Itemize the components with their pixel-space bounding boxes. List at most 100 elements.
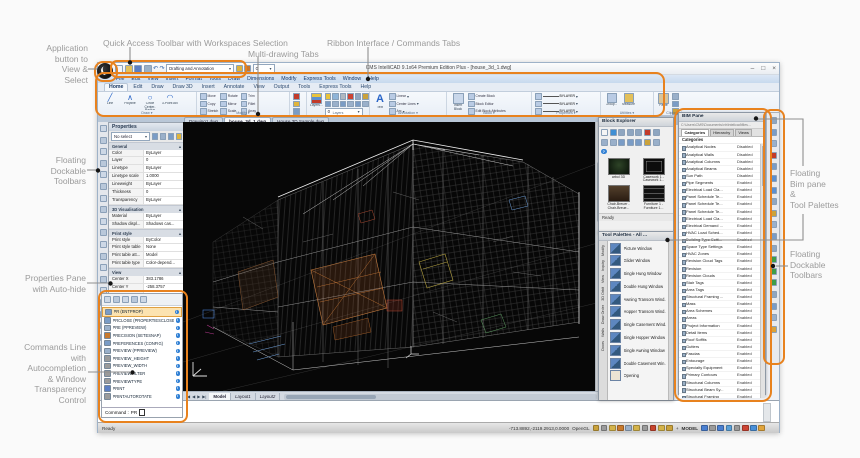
menu-item[interactable]: Format [185, 76, 201, 82]
toolbar-icon[interactable] [99, 194, 107, 202]
layers-big-button[interactable]: Layers... [310, 93, 323, 108]
status-toggle-icon[interactable] [625, 424, 632, 432]
palette-tool[interactable]: Picture Window [610, 242, 666, 254]
autocomplete-item[interactable]: PREVIEWTYPE i [102, 377, 182, 385]
ribbon-tab[interactable]: Express Tools [315, 84, 355, 91]
toolbar-icon[interactable] [99, 171, 107, 179]
status-toggle-icon[interactable] [725, 424, 733, 432]
clipboard-tool-icon[interactable] [672, 93, 679, 100]
ribbon-tab[interactable]: Home [104, 83, 129, 91]
selection-filter-select[interactable]: No select ▾ [111, 132, 150, 141]
group-label-layers[interactable]: Layers [307, 111, 369, 115]
bim-category-row[interactable]: Panel Schedule Te... Enabled [679, 209, 761, 216]
palette-tab[interactable]: Doors [600, 341, 607, 351]
toolbar-icon[interactable] [769, 244, 777, 252]
section-header[interactable]: Print style ▴ [109, 228, 184, 237]
status-toggle-icon[interactable] [641, 424, 649, 432]
toolbar-icon[interactable] [769, 221, 777, 229]
block-thumbnail[interactable]: arbol 3D [602, 157, 635, 184]
ribbon-tab[interactable]: Annotate [220, 84, 249, 91]
palette-scrollbar[interactable] [668, 241, 673, 400]
toolbar-icon[interactable] [99, 206, 107, 214]
toolbar-icon[interactable] [769, 279, 777, 287]
palette-tab[interactable]: Draw Order [600, 305, 607, 324]
toolbar-icon[interactable] [769, 151, 777, 159]
bim-category-row[interactable]: Structural Framing ... Enabled [679, 294, 761, 302]
ribbon-draw-button[interactable]: ╱ Line [101, 93, 119, 110]
palette-tool[interactable]: Glider Window [610, 255, 666, 267]
menu-item[interactable]: Edit [131, 76, 140, 82]
block-explorer-tool-icon[interactable] [643, 138, 651, 146]
bim-category-row[interactable]: Detail Items Enabled [679, 330, 761, 337]
toolbar-icon[interactable] [769, 163, 777, 171]
block-explorer-tool-icon[interactable] [601, 138, 608, 146]
section-header[interactable]: 3D Visualisation ▴ [109, 204, 184, 213]
properties-header-icon[interactable] [159, 133, 166, 140]
bim-category-row[interactable]: Analytical Columns Disabled [679, 159, 761, 166]
property-row[interactable]: Print table type Color-depend... [109, 260, 184, 269]
bim-category-row[interactable]: Electrical Load Cla... Enabled [679, 187, 761, 195]
bim-category-row[interactable]: Specialty Equipment Enabled [679, 365, 761, 373]
ribbon-tab[interactable]: Tools [294, 84, 314, 91]
ribbon-modify-button[interactable]: Rotate [220, 93, 238, 100]
bim-category-row[interactable]: Structural Columns Enabled [679, 380, 761, 387]
property-row[interactable]: Center X 383.1786 [109, 276, 184, 284]
qat-icon[interactable] [244, 65, 252, 72]
toolbar-icon[interactable] [769, 117, 777, 124]
command-toolbar-icon[interactable] [104, 296, 111, 303]
block-explorer-title[interactable]: Block Explorer [599, 118, 673, 127]
toolbar-icon[interactable] [99, 159, 107, 167]
ribbon-block-button[interactable]: Block Editor [468, 100, 506, 107]
properties-header-icon[interactable] [151, 133, 158, 140]
redo-icon[interactable]: ↷ [160, 66, 165, 72]
toolbar-icon[interactable] [769, 209, 777, 217]
property-row[interactable]: Transparency ByLayer [109, 196, 184, 205]
workspace-select[interactable]: Drafting and Annotation ▾ [166, 64, 235, 73]
bim-category-row[interactable]: Stair Tags Enabled [679, 280, 761, 287]
status-toggle-icon[interactable] [617, 424, 624, 432]
bim-category-row[interactable]: Pipe Segments Enabled [679, 180, 761, 188]
menu-item[interactable]: File [116, 76, 124, 82]
qat-icon[interactable] [124, 64, 133, 73]
property-row[interactable]: Print table att... Model [109, 252, 184, 261]
palette-tab[interactable]: View [600, 275, 607, 283]
bim-tab[interactable]: Views [734, 129, 753, 136]
last-tab-button[interactable]: ▶| [202, 394, 206, 399]
autocomplete-item[interactable]: PREFERENCES (CONFIG) i [102, 339, 182, 347]
toolbar-icon[interactable] [769, 232, 777, 240]
bim-tree-root[interactable]: Categories [679, 137, 765, 145]
status-toggle-icon[interactable] [758, 424, 765, 432]
menu-item[interactable]: Tools [209, 76, 221, 82]
palette-tab[interactable]: Inquiry [600, 260, 607, 271]
status-toggle-icon[interactable] [658, 424, 665, 432]
property-row[interactable]: Shadow displ... Shadows cas... [109, 220, 184, 229]
group-label-properties[interactable]: Properties ▾ [532, 111, 600, 115]
property-row[interactable]: Linetype scale 1.0000 [109, 173, 184, 182]
toolbar-icon[interactable] [769, 325, 777, 333]
bim-category-row[interactable]: Project Information Enabled [679, 323, 761, 330]
toolbar-icon[interactable] [769, 302, 777, 310]
property-row[interactable]: Linetype ByLayer [109, 165, 184, 174]
property-row[interactable]: Lineweight ByLayer [109, 181, 184, 189]
status-toggle-icon[interactable] [701, 424, 708, 432]
bim-category-row[interactable]: Sun Path Disabled [679, 173, 761, 181]
block-explorer-tool-icon[interactable] [626, 138, 634, 146]
group-label-modify[interactable]: Modify ▾ [197, 111, 289, 115]
block-explorer-tool-icon[interactable] [601, 128, 608, 136]
palette-tab[interactable]: 3D Orbit [600, 287, 607, 301]
autocomplete-item[interactable]: PREVIEW_WIDTH i [102, 362, 182, 370]
toolbar-icon[interactable] [99, 148, 107, 156]
layer-tool-icon[interactable] [339, 93, 347, 100]
bim-category-row[interactable]: Entourage Enabled [679, 358, 761, 366]
bim-category-row[interactable]: Mass Enabled [679, 301, 761, 309]
palette-tool[interactable]: Awning Transom Wind... [610, 293, 666, 305]
status-toggle-icon[interactable] [600, 424, 608, 432]
ribbon-tab[interactable]: Output [270, 84, 294, 91]
palette-tab[interactable]: Modify [600, 245, 607, 256]
menu-item[interactable]: Window [343, 76, 361, 82]
ribbon-erase-icon[interactable] [293, 100, 300, 107]
toolbar-icon[interactable] [769, 140, 777, 148]
ribbon-draw-button[interactable]: ◠ 3-Point Arc [161, 93, 179, 110]
next-tab-button[interactable]: ▶ [197, 394, 200, 399]
block-explorer-tool-icon[interactable] [626, 128, 634, 136]
